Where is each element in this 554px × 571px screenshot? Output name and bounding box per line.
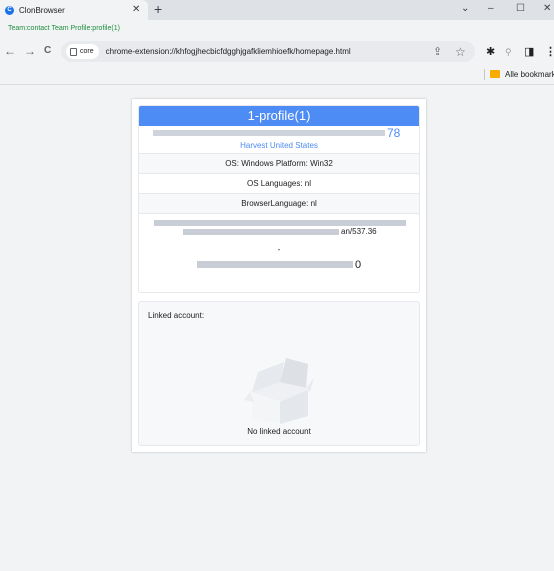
ua-redacted-line-3 [197,261,353,268]
ua-redacted-line-1 [154,220,406,226]
profile-info-panel: 1-profile(1) 78 Harvest United States OS… [138,105,420,293]
reload-icon[interactable]: C [44,43,51,59]
side-panel-icon[interactable]: ◨ [524,47,534,58]
minimize-icon[interactable]: – [488,2,494,16]
search-icon[interactable]: ⚲ [505,47,512,57]
location-link[interactable]: Harvest United States [139,140,419,153]
linked-account-title: Linked account: [148,311,205,320]
bookmark-folder-icon[interactable] [490,70,500,78]
tab-close-icon[interactable]: ✕ [132,3,140,17]
chip-label: core [80,48,94,55]
address-bar[interactable]: core chrome-extension://khfogjhecbicfdgg… [61,41,475,62]
profile-card: 1-profile(1) 78 Harvest United States OS… [132,99,426,452]
ip-row: 78 [139,126,419,140]
share-icon[interactable]: ⇪ [433,45,442,59]
menu-icon[interactable]: ⋮ [545,47,554,58]
all-bookmarks-label[interactable]: Alle bookmarks [505,69,554,80]
os-row: OS: Windows Platform: Win32 [139,153,419,173]
team-profile-bar: Team:contact Team Profile:profile(1) [0,20,554,37]
clonbrowser-favicon-icon: C [5,5,14,15]
maximize-icon[interactable]: ☐ [516,2,525,16]
browser-language-row: BrowserLanguage: nl [139,193,419,213]
bookmarks-bar: Alle bookmarks [0,65,554,85]
ip-tail: 78 [387,126,401,140]
site-info-chip[interactable]: core [66,44,99,59]
extensions-icon[interactable]: ✱ [486,47,495,58]
ua-tail: an/537.36 [341,227,377,236]
back-icon[interactable]: ← [4,43,16,59]
ua-last-tail: 0 [355,259,362,271]
empty-box-icon [244,358,314,424]
no-linked-account-text: No linked account [247,427,311,436]
extension-page-icon [70,47,77,56]
linked-account-panel: Linked account: No linked account [138,301,420,446]
profile-title: 1-profile(1) [139,106,419,126]
window-close-icon[interactable]: ✕ [543,2,551,16]
ua-dash: - [277,245,281,254]
os-languages-row: OS Languages: nl [139,173,419,193]
bookmark-star-icon[interactable]: ☆ [455,45,466,59]
user-agent-row: an/537.36 - 0 [139,213,419,273]
page-content: 1-profile(1) 78 Harvest United States OS… [0,86,554,571]
url-text: chrome-extension://khfogjhecbicfdgghjgaf… [105,47,351,56]
browser-tab[interactable]: C ClonBrowser ✕ [0,0,148,20]
new-tab-icon[interactable]: + [154,1,162,17]
tab-title: ClonBrowser [19,5,65,15]
forward-icon[interactable]: → [24,43,36,59]
tab-search-icon[interactable]: ⌄ [461,2,469,16]
browser-toolbar: ← → C core chrome-extension://khfogjhecb… [0,37,554,65]
tab-strip: C ClonBrowser ✕ + ⌄ – ☐ ✕ [0,0,554,20]
bookmarks-separator [484,69,485,80]
ip-redacted-block [153,130,385,136]
ua-redacted-line-2 [183,229,339,235]
